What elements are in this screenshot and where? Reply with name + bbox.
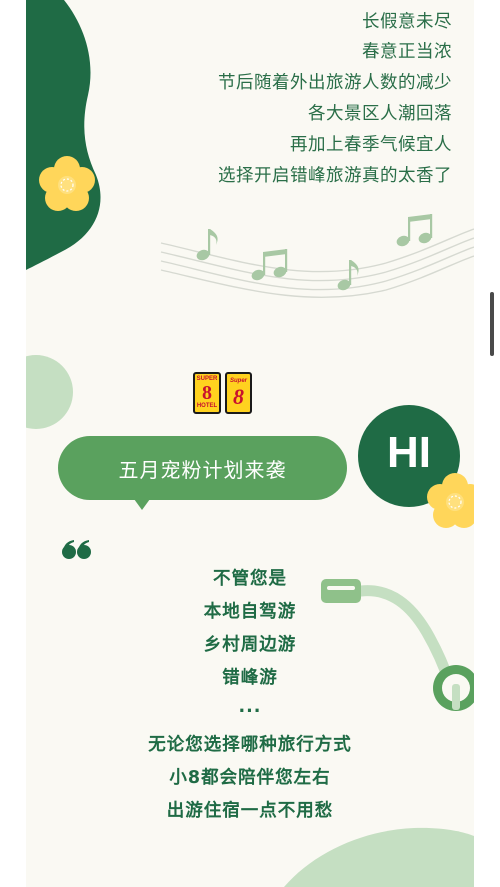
- body-line: 乡村周边游: [203, 635, 297, 655]
- intro-line: 节后随着外出旅游人数的减少: [218, 73, 452, 93]
- music-note-icon: [396, 214, 433, 247]
- intro-line: 选择开启错峰旅游真的太香了: [218, 166, 452, 186]
- body-line: 不管您是: [213, 569, 287, 589]
- left-half-circle-decoration: [26, 355, 73, 429]
- body-line: 错峰游: [222, 668, 278, 688]
- super8-logo: SUPER 8 HOTEL: [193, 372, 221, 414]
- hi-text: HI: [387, 428, 431, 477]
- flower-icon: [427, 473, 474, 528]
- intro-line: 再加上春季气候宜人: [290, 135, 452, 155]
- campaign-title: 五月宠粉计划来袭: [118, 457, 287, 482]
- music-staff-decoration: [160, 214, 474, 298]
- body-line: 无论您选择哪种旅行方式: [148, 735, 352, 755]
- intro-line: 各大景区人潮回落: [308, 104, 452, 124]
- super8-logo-alt: Super 8: [225, 372, 252, 414]
- bottom-hill-decoration: [284, 827, 474, 887]
- campaign-banner: 五月宠粉计划来袭: [58, 436, 347, 510]
- body-line: 小8都会陪伴您左右: [169, 768, 331, 788]
- poster: 长假意未尽 春意正当浓 节后随着外出旅游人数的减少 各大景区人潮回落 再加上春季…: [26, 0, 474, 887]
- scrollbar[interactable]: [490, 292, 494, 356]
- body-line: 本地自驾游: [203, 602, 297, 622]
- intro-line: 长假意未尽: [362, 12, 452, 32]
- top-left-wave-shape: [26, 0, 101, 270]
- quote-mark-icon: [62, 540, 91, 559]
- body-line: 出游住宿一点不用愁: [166, 801, 334, 821]
- body-line: ...: [238, 697, 262, 717]
- flower-icon: [39, 156, 95, 211]
- intro-line: 春意正当浓: [362, 42, 452, 62]
- music-note-icon: [196, 229, 218, 261]
